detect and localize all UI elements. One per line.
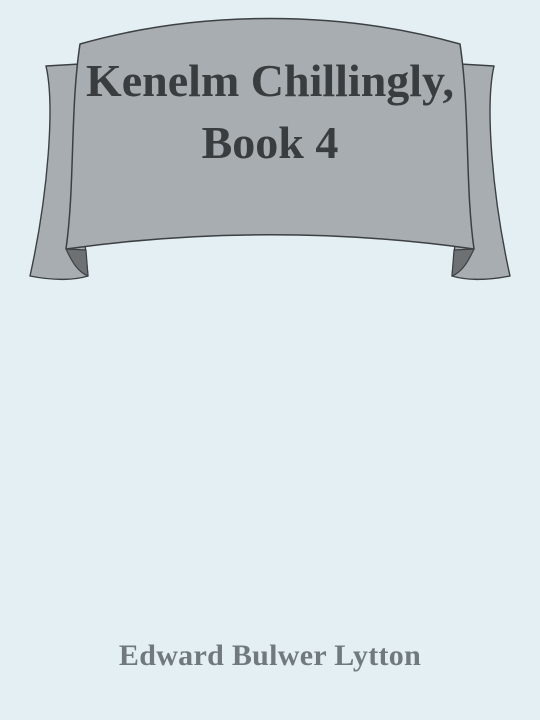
book-title: Kenelm Chillingly, Book 4 (85, 55, 455, 168)
book-cover: Kenelm Chillingly, Book 4 Edward Bulwer … (0, 0, 540, 720)
book-author: Edward Bulwer Lytton (118, 639, 422, 672)
